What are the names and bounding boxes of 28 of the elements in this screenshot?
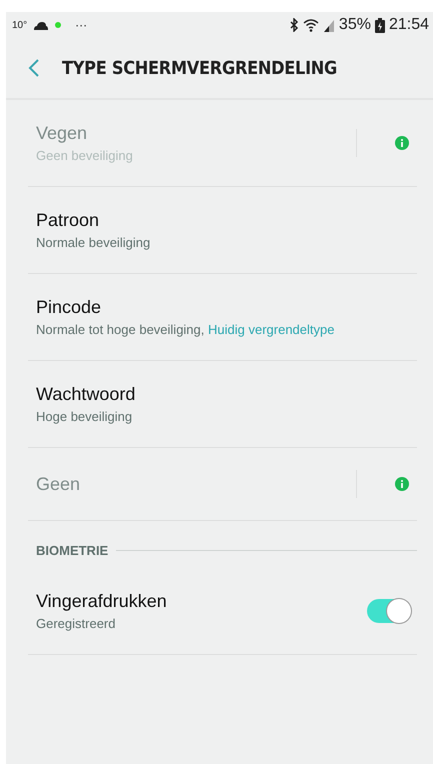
lock-type-option[interactable]: Wachtwoord Hoge beveiliging xyxy=(28,361,417,448)
more-notifications: ··· xyxy=(75,18,88,32)
wifi-icon xyxy=(302,18,319,32)
section-heading: BIOMETRIE xyxy=(36,543,108,558)
battery-percentage: 35% xyxy=(338,16,371,34)
option-title: Geen xyxy=(36,474,82,494)
notification-dot-icon xyxy=(55,22,62,28)
option-title: Patroon xyxy=(36,210,100,231)
lock-type-option[interactable]: Patroon Normale beveiliging xyxy=(28,187,417,274)
battery-icon xyxy=(374,18,385,32)
cloud-icon xyxy=(33,20,50,30)
option-description: Hoge beveiliging xyxy=(36,409,134,424)
bluetooth-icon xyxy=(290,18,299,32)
option-title: Pincode xyxy=(36,297,102,318)
option-title: Vegen xyxy=(36,123,88,144)
option-description: Normale tot hoge beveiliging, Huidig vergrendeltype xyxy=(36,322,336,337)
signal-icon xyxy=(322,18,335,32)
toggle-switch[interactable] xyxy=(367,599,411,623)
page-title: TYPE SCHERMVERGRENDELING xyxy=(62,58,338,78)
back-icon[interactable] xyxy=(28,58,40,78)
option-description: Geen beveiliging xyxy=(36,148,134,163)
clock: 21:54 xyxy=(388,16,429,34)
lock-type-option[interactable]: Pincode Normale tot hoge beveiliging, Huidig vergrendeltype xyxy=(28,274,417,361)
temperature: 10° xyxy=(12,20,28,30)
option-description: Geregistreerd xyxy=(36,616,116,631)
option-title: Wachtwoord xyxy=(36,384,136,405)
option-title: Vingerafdrukken xyxy=(36,591,168,612)
option-description: Normale beveiliging xyxy=(36,235,152,250)
